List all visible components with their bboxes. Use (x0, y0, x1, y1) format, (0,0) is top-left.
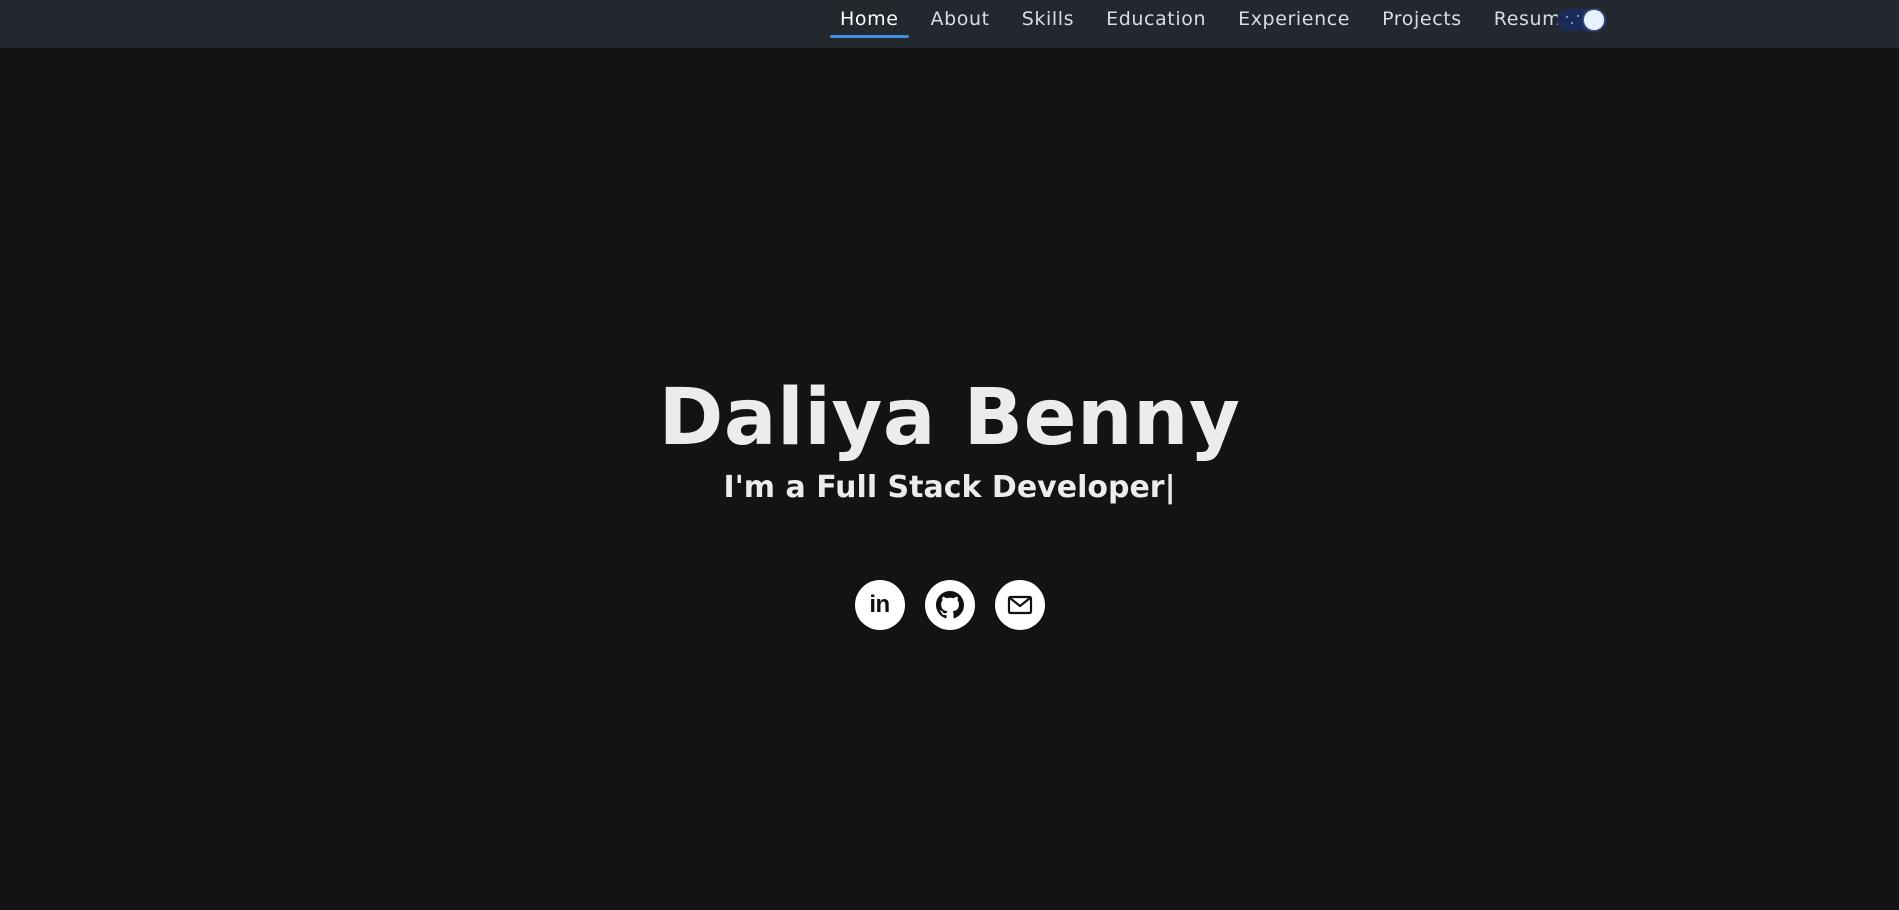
moon-toggle-icon (1584, 10, 1604, 30)
navbar: Home About Skills Education Experience P… (0, 0, 1899, 48)
star-icon (1566, 16, 1568, 18)
typed-role: Full Stack Developer| (816, 470, 1176, 505)
nav-item-education[interactable]: Education (1090, 0, 1222, 40)
linkedin-button[interactable]: in (854, 580, 905, 630)
social-links: in (0, 580, 1899, 630)
nav-item-projects[interactable]: Projects (1366, 0, 1478, 40)
hero-tagline: I'm a Full Stack Developer| (0, 468, 1899, 508)
star-icon (1577, 15, 1579, 17)
email-button[interactable] (994, 580, 1045, 630)
nav-item-about[interactable]: About (915, 0, 1006, 40)
nav-item-skills[interactable]: Skills (1006, 0, 1090, 40)
linkedin-icon: in (869, 591, 890, 618)
star-icon (1571, 22, 1573, 24)
tagline-prefix: I'm a (723, 470, 817, 505)
theme-toggle[interactable] (1557, 9, 1606, 31)
nav-item-home[interactable]: Home (824, 0, 915, 40)
hero-name: Daliya Benny (658, 373, 1241, 463)
github-icon (935, 591, 964, 619)
github-button[interactable] (924, 580, 975, 630)
nav-item-experience[interactable]: Experience (1222, 0, 1366, 40)
hero-section: Daliya Benny I'm a Full Stack Developer| (0, 370, 1899, 508)
nav-links: Home About Skills Education Experience P… (824, 0, 1590, 40)
mail-icon (1007, 595, 1032, 615)
